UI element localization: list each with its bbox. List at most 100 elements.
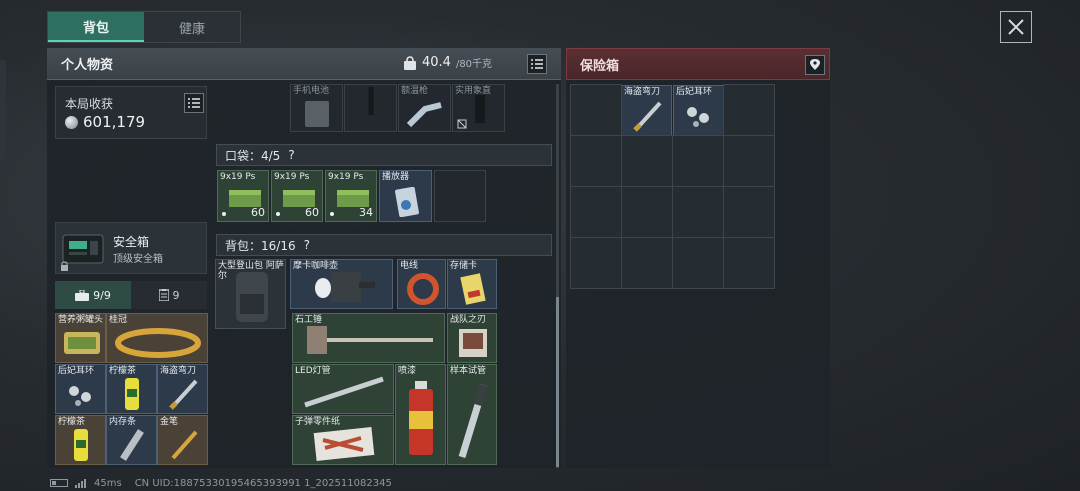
item-earrings[interactable]: 后妃耳环 bbox=[55, 364, 106, 414]
item-count: 60 bbox=[305, 206, 319, 219]
vault-empty-slot[interactable] bbox=[621, 237, 673, 289]
item-gold-pen[interactable]: 金笔 bbox=[157, 415, 208, 465]
lock-icon bbox=[61, 261, 68, 271]
item-pirate-cutlass[interactable]: 海盗弯刀 bbox=[157, 364, 208, 414]
vault-empty-slot[interactable] bbox=[723, 84, 775, 136]
knife-icon bbox=[633, 101, 662, 132]
location-pin-icon bbox=[810, 59, 820, 70]
item-label: 海盗弯刀 bbox=[160, 366, 197, 376]
vault-empty-slot[interactable] bbox=[570, 84, 622, 136]
safe-case-name: 安全箱 bbox=[113, 235, 150, 249]
item-wire[interactable]: 电线 bbox=[397, 259, 446, 309]
personal-panel-header: 个人物资 40.4 /80千克 bbox=[47, 48, 561, 80]
item-sample-tube[interactable]: 样本试管 bbox=[447, 364, 497, 465]
item-cable[interactable] bbox=[344, 84, 397, 132]
item-bullet-parts[interactable]: 子弹零件纸 bbox=[292, 415, 394, 465]
tab-case-slots[interactable]: 9 bbox=[131, 281, 207, 309]
vault-empty-slot[interactable] bbox=[570, 237, 622, 289]
sort-button[interactable] bbox=[527, 54, 547, 74]
loot-summary: 本局收获 601,179 bbox=[55, 86, 207, 139]
equipped-backpack[interactable]: 大型登山包 阿萨尔 bbox=[215, 259, 286, 329]
weight-icon bbox=[404, 55, 416, 70]
briefcase-icon bbox=[75, 289, 90, 301]
item-lemon-tea[interactable]: 柠檬茶 bbox=[106, 364, 157, 414]
led-tube-icon bbox=[304, 376, 384, 408]
vault-item-cutlass[interactable]: 海盗弯刀 bbox=[621, 85, 672, 136]
item-label: 桂冠 bbox=[109, 315, 128, 325]
vault-empty-slot[interactable] bbox=[570, 186, 622, 238]
vault-empty-slot[interactable] bbox=[672, 237, 724, 289]
loot-list-button[interactable] bbox=[184, 93, 204, 113]
player-device-icon bbox=[395, 187, 419, 217]
close-button[interactable] bbox=[1000, 11, 1032, 43]
safe-case-slot[interactable]: 安全箱 顶级安全箱 bbox=[55, 222, 207, 274]
item-label: 9x19 Ps bbox=[274, 172, 310, 182]
ammo-dot bbox=[222, 212, 226, 216]
item-utility[interactable]: 实用象直 bbox=[452, 84, 505, 132]
loot-value-row: 601,179 bbox=[65, 113, 145, 131]
item-memory-stick[interactable]: 内存条 bbox=[106, 415, 157, 465]
empty-pocket-slot[interactable] bbox=[434, 170, 486, 222]
scrollbar-thumb[interactable] bbox=[556, 297, 559, 467]
crown-icon bbox=[115, 328, 201, 358]
memory-card-icon bbox=[460, 273, 486, 305]
vault-empty-slot[interactable] bbox=[570, 135, 622, 187]
item-label: 柠檬茶 bbox=[109, 366, 137, 376]
item-label: 后妃耳环 bbox=[58, 366, 95, 376]
ammo-dot bbox=[330, 212, 334, 216]
side-handle bbox=[0, 60, 6, 160]
item-label: 金笔 bbox=[160, 417, 179, 427]
item-phone-battery[interactable]: 手机电池 bbox=[290, 84, 343, 132]
safe-case-sub: 顶级安全箱 bbox=[113, 254, 163, 265]
vault-title: 保险箱 bbox=[580, 58, 620, 74]
vault-empty-slot[interactable] bbox=[621, 186, 673, 238]
item-label: 手机电池 bbox=[293, 86, 330, 96]
backpack-help-icon[interactable]: ? bbox=[304, 238, 310, 252]
spray-can-icon bbox=[409, 381, 433, 455]
vault-locate-button[interactable] bbox=[805, 55, 825, 75]
item-label: 内存条 bbox=[109, 417, 137, 427]
weight-readout: 40.4 /80千克 bbox=[403, 55, 492, 70]
item-laurel-crown[interactable]: 桂冠 bbox=[106, 313, 208, 363]
tab-case-items[interactable]: 9/9 bbox=[55, 281, 131, 309]
hammer-icon bbox=[307, 326, 433, 354]
vault-panel-header: 保险箱 bbox=[566, 48, 830, 80]
item-lemon-tea-2[interactable]: 柠檬茶 bbox=[55, 415, 106, 465]
wire-coil-icon bbox=[407, 273, 439, 305]
item-count: 34 bbox=[359, 206, 373, 219]
item-ammo-9x19[interactable]: 9x19 Ps 60 bbox=[217, 170, 269, 222]
vault-empty-slot[interactable] bbox=[723, 237, 775, 289]
item-moka-pot[interactable]: 摩卡咖啡壶 bbox=[290, 259, 393, 309]
bullet-parts-icon bbox=[313, 427, 375, 461]
test-tube-icon bbox=[458, 383, 488, 459]
uid-text: CN UID:18875330195465393991 1_2025110823… bbox=[134, 477, 392, 489]
list-icon bbox=[531, 59, 543, 69]
item-spray-paint[interactable]: 喷漆 bbox=[395, 364, 446, 465]
item-player[interactable]: 播放器 bbox=[379, 170, 432, 222]
vault-empty-slot[interactable] bbox=[723, 186, 775, 238]
item-label: 后妃耳环 bbox=[676, 87, 713, 97]
pocket-help-icon[interactable]: ? bbox=[288, 148, 294, 162]
item-team-blade[interactable]: 战队之刃 bbox=[447, 313, 497, 363]
item-label: 战队之刃 bbox=[450, 315, 487, 325]
vault-item-earrings[interactable]: 后妃耳环 bbox=[673, 85, 724, 136]
item-label: 样本试管 bbox=[450, 366, 487, 376]
tab-backpack[interactable]: 背包 bbox=[48, 12, 144, 42]
book-icon bbox=[459, 329, 487, 357]
tab-health[interactable]: 健康 bbox=[144, 12, 240, 42]
item-stone-hammer[interactable]: 石工锤 bbox=[292, 313, 445, 363]
item-thermometer[interactable]: 额温枪 bbox=[398, 84, 451, 132]
battery-icon bbox=[50, 479, 68, 487]
item-label: 柠檬茶 bbox=[58, 417, 86, 427]
item-ammo-9x19[interactable]: 9x19 Ps 60 bbox=[271, 170, 323, 222]
vault-empty-slot[interactable] bbox=[672, 186, 724, 238]
item-led-tube[interactable]: LED灯管 bbox=[292, 364, 394, 414]
vault-empty-slot[interactable] bbox=[621, 135, 673, 187]
item-ammo-9x19[interactable]: 9x19 Ps 34 bbox=[325, 170, 377, 222]
item-memory-card[interactable]: 存储卡 bbox=[447, 259, 497, 309]
vault-empty-slot[interactable] bbox=[672, 135, 724, 187]
drink-can-icon bbox=[125, 378, 139, 410]
can-icon bbox=[64, 332, 100, 354]
item-porridge-can[interactable]: 营养粥罐头 bbox=[55, 313, 106, 363]
vault-empty-slot[interactable] bbox=[723, 135, 775, 187]
